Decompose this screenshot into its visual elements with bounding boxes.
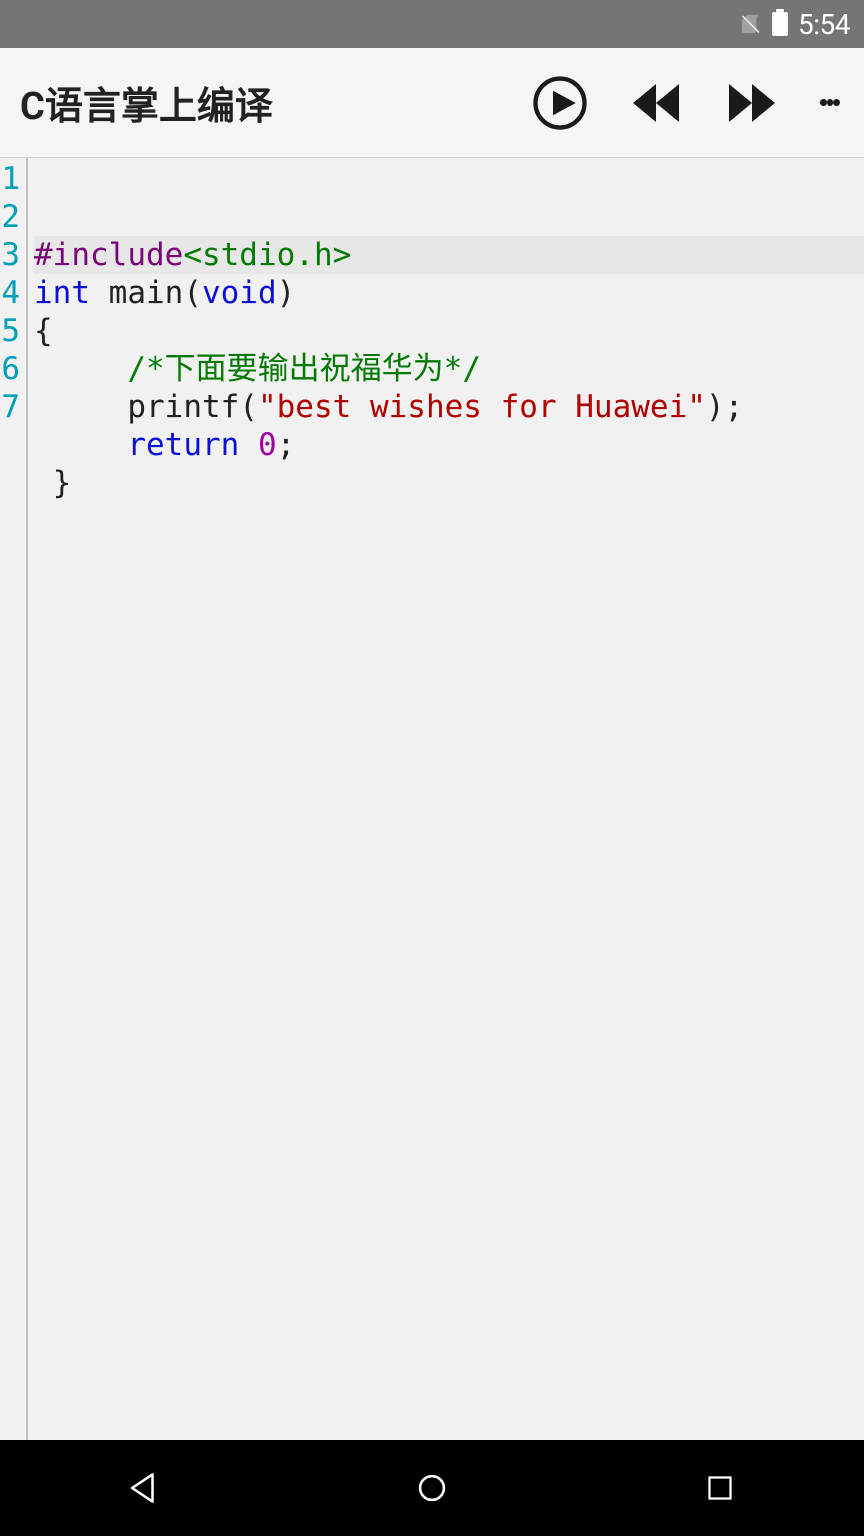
back-button[interactable] (0, 1440, 288, 1536)
home-button[interactable] (288, 1440, 576, 1536)
line-number: 5 (0, 312, 20, 350)
code-line: /*下面要输出祝福华为*/ (34, 351, 481, 387)
code-text-area[interactable]: #include<stdio.h>int main(void) { /*下面要输… (34, 158, 864, 1440)
token-keyword: void (202, 275, 277, 311)
token-punct: } (34, 465, 71, 501)
code-line: { (34, 313, 53, 349)
line-gutter: 1 2 3 4 5 6 7 (0, 158, 20, 1440)
token-preprocessor: #include (34, 237, 183, 273)
token-ident: printf( (127, 389, 258, 425)
status-time: 5:54 (798, 8, 850, 41)
system-nav-bar (0, 1440, 864, 1536)
toolbar (532, 75, 844, 131)
token-header: <stdio.h> (183, 237, 351, 273)
token-string: "best wishes for Huawei" (258, 389, 706, 425)
token-indent (34, 427, 127, 463)
code-line: #include<stdio.h> (34, 236, 864, 274)
code-line: int main(void) (34, 275, 295, 311)
dot-icon (820, 99, 827, 106)
line-number: 3 (0, 236, 20, 274)
gutter-divider (26, 158, 28, 1440)
token-punct: ) (277, 275, 296, 311)
dot-icon (827, 99, 834, 106)
token-comment: /*下面要输出祝福华为*/ (127, 351, 481, 387)
code-editor[interactable]: 1 2 3 4 5 6 7 #include<stdio.h>int main(… (0, 158, 864, 1440)
line-number: 1 (0, 160, 20, 198)
line-number: 6 (0, 350, 20, 388)
code-line: return 0; (34, 427, 295, 463)
token-keyword: return (127, 427, 239, 463)
line-number: 2 (0, 198, 20, 236)
token-number: 0 (258, 427, 277, 463)
token-punct: ); (706, 389, 743, 425)
line-number: 4 (0, 274, 20, 312)
recents-button[interactable] (576, 1440, 864, 1536)
status-bar: 5:54 (0, 0, 864, 48)
token-space (239, 427, 258, 463)
token-indent (34, 389, 127, 425)
dot-icon (833, 99, 840, 106)
rewind-button[interactable] (628, 75, 684, 131)
token-punct: { (34, 313, 53, 349)
token-ident: main( (90, 275, 202, 311)
code-line: } (34, 465, 71, 501)
no-sim-icon (740, 13, 762, 35)
battery-icon (772, 12, 788, 36)
token-punct: ; (277, 427, 296, 463)
code-line: printf("best wishes for Huawei"); (34, 389, 743, 425)
line-number: 7 (0, 388, 20, 426)
token-keyword: int (34, 275, 90, 311)
run-button[interactable] (532, 75, 588, 131)
forward-button[interactable] (724, 75, 780, 131)
app-title: C语言掌上编译 (20, 75, 532, 130)
token-indent (34, 351, 127, 387)
more-menu-button[interactable] (820, 75, 840, 131)
app-bar: C语言掌上编译 (0, 48, 864, 158)
